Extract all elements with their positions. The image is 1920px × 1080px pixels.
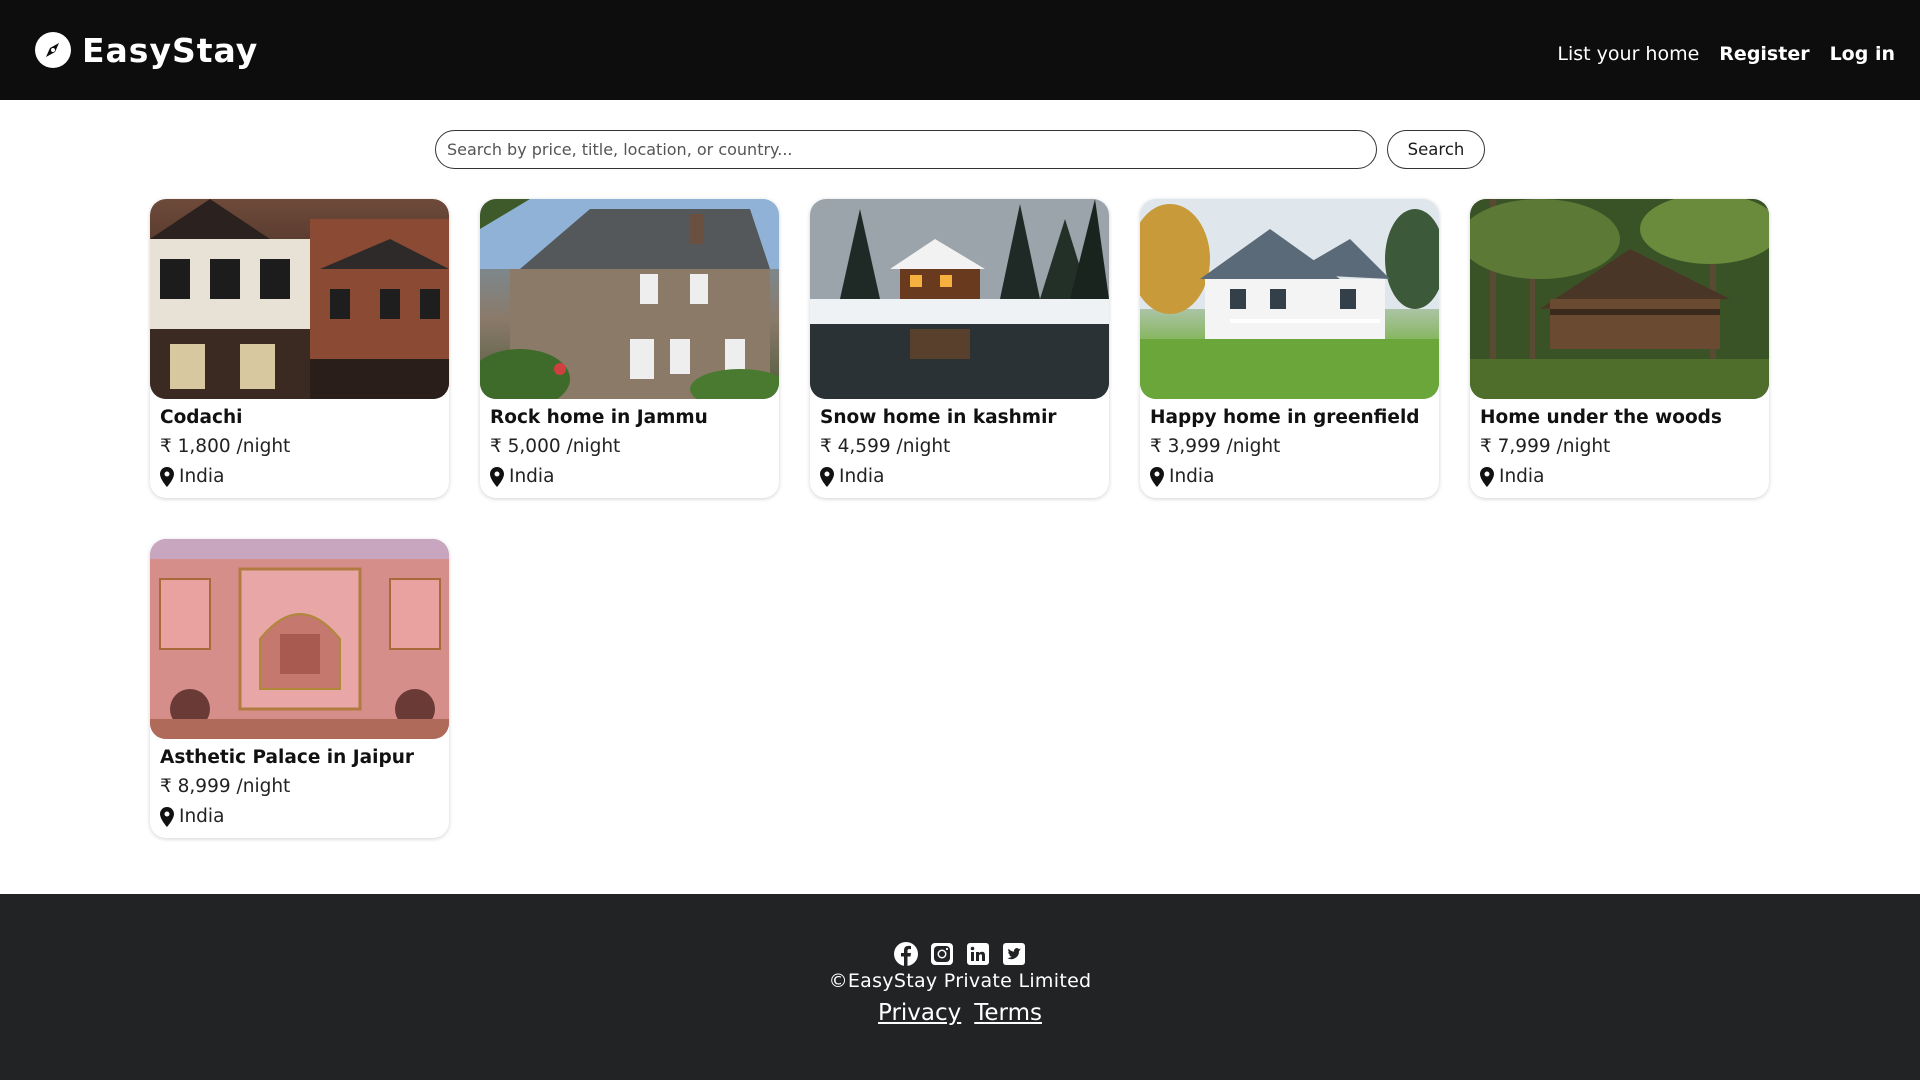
map-pin-icon xyxy=(1480,467,1494,487)
listing-location: India xyxy=(1150,462,1429,492)
map-pin-icon xyxy=(490,467,504,487)
linkedin-icon[interactable] xyxy=(966,942,990,966)
list-your-home-link[interactable]: List your home xyxy=(1557,43,1699,65)
listing-location: India xyxy=(160,462,439,492)
listing-title: Snow home in kashmir xyxy=(820,407,1057,428)
listing-title: Rock home in Jammu xyxy=(490,407,708,428)
listing-image xyxy=(150,199,449,399)
listing-image xyxy=(1140,199,1439,399)
search-button[interactable]: Search xyxy=(1387,130,1485,169)
listing-location: India xyxy=(490,462,769,492)
listing-card[interactable]: Happy home in greenfield ₹ 3,999 /night … xyxy=(1140,199,1439,498)
listing-card[interactable]: Codachi ₹ 1,800 /night India xyxy=(150,199,449,498)
listing-image xyxy=(150,539,449,739)
listing-card[interactable]: Asthetic Palace in Jaipur ₹ 8,999 /night… xyxy=(150,539,449,838)
map-pin-icon xyxy=(160,807,174,827)
listing-price: ₹ 3,999 /night xyxy=(1150,436,1281,457)
login-link[interactable]: Log in xyxy=(1830,43,1895,65)
map-pin-icon xyxy=(160,467,174,487)
listing-location-text: India xyxy=(179,806,225,827)
listing-price: ₹ 4,599 /night xyxy=(820,436,951,457)
listing-price: ₹ 1,800 /night xyxy=(160,436,291,457)
copyright-text: ©EasyStay Private Limited xyxy=(828,970,1092,992)
listing-location-text: India xyxy=(1499,466,1545,487)
search-bar: Search xyxy=(435,130,1485,169)
social-links xyxy=(894,942,1026,966)
listing-location: India xyxy=(160,802,439,832)
listing-price: ₹ 7,999 /night xyxy=(1480,436,1611,457)
facebook-icon[interactable] xyxy=(894,942,918,966)
register-link[interactable]: Register xyxy=(1719,43,1809,65)
listing-location-text: India xyxy=(509,466,555,487)
footer: ©EasyStay Private Limited Privacy Terms xyxy=(0,894,1920,1080)
nav-links: List your home Register Log in xyxy=(1557,43,1895,65)
listing-price: ₹ 8,999 /night xyxy=(160,776,291,797)
listing-location-text: India xyxy=(839,466,885,487)
instagram-icon[interactable] xyxy=(930,942,954,966)
listing-card[interactable]: Snow home in kashmir ₹ 4,599 /night Indi… xyxy=(810,199,1109,498)
listing-image xyxy=(480,199,779,399)
navbar: EasyStay List your home Register Log in xyxy=(0,0,1920,100)
listing-image xyxy=(810,199,1109,399)
privacy-link[interactable]: Privacy xyxy=(878,1000,961,1026)
compass-icon xyxy=(35,32,71,68)
listing-card[interactable]: Rock home in Jammu ₹ 5,000 /night India xyxy=(480,199,779,498)
terms-link[interactable]: Terms xyxy=(974,1000,1042,1026)
listing-location-text: India xyxy=(1169,466,1215,487)
footer-links: Privacy Terms xyxy=(878,1000,1042,1026)
listing-price: ₹ 5,000 /night xyxy=(490,436,621,457)
listings-grid: Codachi ₹ 1,800 /night India Rock home i… xyxy=(150,199,1770,838)
listing-location: India xyxy=(1480,462,1759,492)
search-input[interactable] xyxy=(435,130,1377,169)
listing-card[interactable]: Home under the woods ₹ 7,999 /night Indi… xyxy=(1470,199,1769,498)
listing-location: India xyxy=(820,462,1099,492)
listing-location-text: India xyxy=(179,466,225,487)
listing-title: Happy home in greenfield xyxy=(1150,407,1420,428)
listing-title: Codachi xyxy=(160,407,243,428)
map-pin-icon xyxy=(820,467,834,487)
map-pin-icon xyxy=(1150,467,1164,487)
listing-image xyxy=(1470,199,1769,399)
twitter-icon[interactable] xyxy=(1002,942,1026,966)
brand-name: EasyStay xyxy=(82,30,259,70)
listing-title: Asthetic Palace in Jaipur xyxy=(160,747,415,768)
brand-logo-link[interactable]: EasyStay xyxy=(34,31,258,70)
listing-title: Home under the woods xyxy=(1480,407,1722,428)
